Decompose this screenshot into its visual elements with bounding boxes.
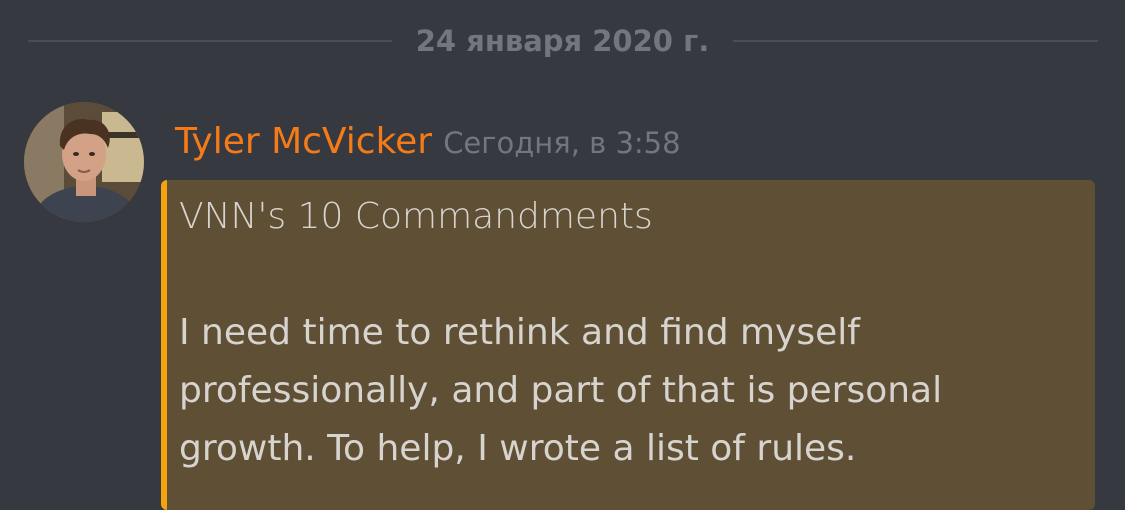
embed-title: VNN's 10 Commandments bbox=[179, 196, 653, 237]
divider-line-right bbox=[733, 40, 1098, 42]
message-embed: VNN's 10 Commandments I need time to ret… bbox=[161, 180, 1095, 510]
divider-date-text: 24 января 2020 г. bbox=[415, 24, 710, 58]
embed-description-line: professionally, and part of that is pers… bbox=[179, 370, 943, 411]
embed-description: I need time to rethink and find myself p… bbox=[179, 304, 1079, 478]
divider-line-left bbox=[28, 40, 392, 42]
embed-description-line: growth. To help, I wrote a list of rules… bbox=[179, 428, 857, 469]
avatar-photo bbox=[24, 102, 144, 222]
date-divider: 24 января 2020 г. bbox=[0, 18, 1125, 64]
message-header: Tyler McVicker Сегодня, в 3:58 bbox=[175, 118, 681, 172]
author-name[interactable]: Tyler McVicker bbox=[175, 121, 432, 162]
chat-message: Tyler McVicker Сегодня, в 3:58 VNN's 10 … bbox=[0, 98, 1125, 510]
message-timestamp: Сегодня, в 3:58 bbox=[443, 126, 681, 160]
embed-description-line: I need time to rethink and find myself bbox=[179, 312, 860, 353]
avatar[interactable] bbox=[24, 102, 144, 222]
